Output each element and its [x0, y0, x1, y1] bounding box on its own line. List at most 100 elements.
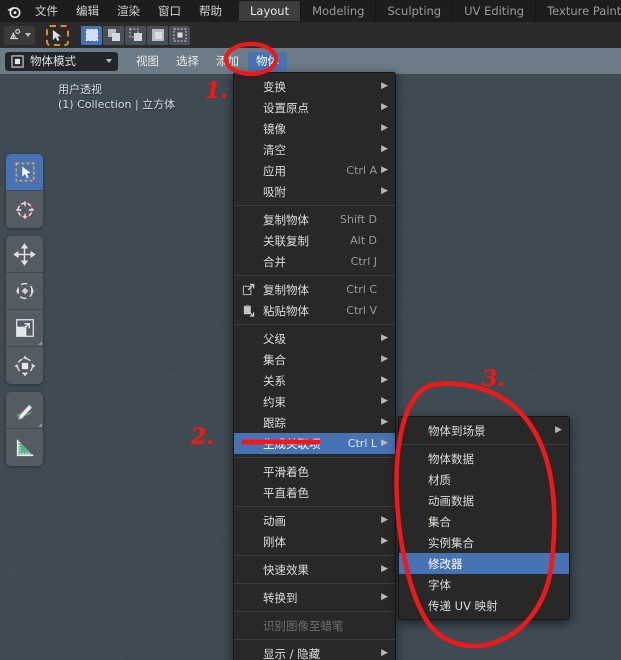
tool-annotate-pencil-icon[interactable] [6, 392, 43, 429]
header-menu-object[interactable]: 物体 [248, 51, 287, 71]
menu-item-mirror[interactable]: 镜像 ▶ [234, 118, 395, 139]
menu-item-label: 生成关联项 [263, 436, 321, 451]
select-invert-icon[interactable] [147, 25, 168, 45]
submenu-item-transfer-uv-maps[interactable]: 传递 UV 映射 ▶ [399, 595, 569, 616]
select-box-icon[interactable] [81, 25, 102, 45]
select-extend-icon[interactable] [103, 25, 124, 45]
menu-item-convert-to[interactable]: 转换到 ▶ [234, 587, 395, 608]
menu-item-quick-effects[interactable]: 快速效果 ▶ [234, 559, 395, 580]
menu-item-transform[interactable]: 变换 ▶ [234, 76, 395, 97]
menu-item-apply[interactable]: 应用 Ctrl A ▶ [234, 160, 395, 181]
submenu-item-material[interactable]: 材质 ▶ [399, 469, 569, 490]
menu-item-label: 字体 [428, 577, 451, 592]
submenu-item-instance-collection[interactable]: 实例集合 ▶ [399, 532, 569, 553]
header-menu-add[interactable]: 添加 [208, 52, 247, 71]
menu-item-shortcut: Alt D [350, 234, 377, 247]
tool-transform-icon[interactable] [6, 347, 43, 384]
tab-texture-paint[interactable]: Texture Paint [536, 1, 621, 21]
menu-item-label: 刚体 [263, 534, 286, 549]
menu-item-label: 物体到场景 [428, 423, 486, 438]
menu-item-label: 粘贴物体 [263, 303, 309, 318]
menu-item-label: 关系 [263, 373, 286, 388]
menu-item-join[interactable]: 合并 Ctrl J ▶ [234, 251, 395, 272]
viewport-header: 物体模式 视图 选择 添加 物体 [0, 48, 621, 74]
tool-move-icon[interactable] [6, 236, 43, 273]
toolbar-group-select [6, 154, 43, 228]
chevron-down-icon [25, 33, 31, 37]
menu-item-collection[interactable]: 集合 ▶ [234, 349, 395, 370]
menu-item-shade-flat[interactable]: 平直着色 ▶ [234, 482, 395, 503]
cursor-arrow-icon[interactable] [46, 24, 69, 46]
menu-item-make-links[interactable]: 生成关联项 Ctrl L ▶ [234, 433, 395, 454]
menu-separator [234, 275, 395, 276]
chevron-right-icon: ▶ [553, 454, 562, 463]
menu-edit[interactable]: 编辑 [67, 0, 108, 22]
menu-separator [234, 324, 395, 325]
menu-item-track[interactable]: 跟踪 ▶ [234, 412, 395, 433]
tool-rotate-icon[interactable] [6, 273, 43, 310]
tab-modeling[interactable]: Modeling [301, 1, 377, 21]
menu-item-label: 应用 [263, 163, 286, 178]
menu-item-animation[interactable]: 动画 ▶ [234, 510, 395, 531]
menu-item-label: 父级 [263, 331, 286, 346]
chevron-right-icon: ▶ [381, 515, 388, 525]
submenu-item-objects-to-scene[interactable]: 物体到场景 ▶ [399, 420, 569, 441]
chevron-right-icon: ▶ [379, 488, 388, 497]
select-mode-group [81, 25, 190, 45]
menu-item-shortcut: Ctrl A [346, 164, 377, 177]
tab-uv-editing[interactable]: UV Editing [453, 1, 537, 21]
object-dropdown-menu[interactable]: 变换 ▶ 设置原点 ▶ 镜像 ▶ 清空 ▶ 应用 Ctrl A ▶ 吸附 ▶ 复… [233, 72, 396, 660]
tab-sculpting[interactable]: Sculpting [376, 1, 454, 21]
chevron-right-icon: ▶ [381, 102, 388, 112]
menu-item-set-origin[interactable]: 设置原点 ▶ [234, 97, 395, 118]
menu-item-snap[interactable]: 吸附 ▶ [234, 181, 395, 202]
make-links-submenu[interactable]: 物体到场景 ▶ 物体数据 ▶ 材质 ▶ 动画数据 ▶ 集合 ▶ 实例集合 ▶ 修… [398, 416, 570, 620]
chevron-right-icon: ▶ [381, 648, 388, 658]
submenu-item-fonts[interactable]: 字体 ▶ [399, 574, 569, 595]
menu-item-duplicate-objects[interactable]: 复制物体 Shift D ▶ [234, 209, 395, 230]
menu-window[interactable]: 窗口 [149, 0, 190, 22]
menu-item-label: 变换 [263, 79, 286, 94]
select-intersect-icon[interactable] [169, 25, 190, 45]
toolbar-group-annotate [6, 392, 43, 466]
chevron-right-icon: ▶ [381, 396, 388, 406]
menu-item-shade-smooth[interactable]: 平滑着色 ▶ [234, 461, 395, 482]
tool-cursor-3d-icon[interactable] [6, 191, 43, 228]
editor-type-3d-viewport-icon[interactable] [4, 25, 35, 45]
menu-item-show-hide[interactable]: 显示 / 隐藏 ▶ [234, 643, 395, 660]
chevron-right-icon: ▶ [379, 467, 388, 476]
menu-item-constraints[interactable]: 约束 ▶ [234, 391, 395, 412]
mode-dropdown[interactable]: 物体模式 [5, 51, 118, 71]
menu-item-rigid-body[interactable]: 刚体 ▶ [234, 531, 395, 552]
chevron-right-icon: ▶ [379, 285, 388, 294]
menu-item-label: 复制物体 [263, 212, 309, 227]
menu-item-label: 实例集合 [428, 535, 474, 550]
submenu-item-animation-data[interactable]: 动画数据 ▶ [399, 490, 569, 511]
menu-item-parent[interactable]: 父级 ▶ [234, 328, 395, 349]
menu-item-label: 合并 [263, 254, 286, 269]
object-mode-icon [11, 54, 24, 68]
menu-help[interactable]: 帮助 [190, 0, 231, 22]
tab-layout[interactable]: Layout [239, 1, 302, 21]
menu-render[interactable]: 渲染 [108, 0, 149, 22]
select-subtract-icon[interactable] [125, 25, 146, 45]
header-menu-view[interactable]: 视图 [128, 52, 167, 71]
submenu-item-modifiers[interactable]: 修改器 ▶ [399, 553, 569, 574]
menu-item-clear[interactable]: 清空 ▶ [234, 139, 395, 160]
menu-item-label: 转换到 [263, 590, 298, 605]
submenu-item-collection[interactable]: 集合 ▶ [399, 511, 569, 532]
menu-item-trace-image-to-grease-pencil: 识别图像至蜡笔 ▶ [234, 615, 395, 636]
submenu-item-object-data[interactable]: 物体数据 ▶ [399, 448, 569, 469]
blender-logo-icon[interactable] [0, 0, 26, 22]
menu-file[interactable]: 文件 [26, 0, 67, 22]
menu-item-relations[interactable]: 关系 ▶ [234, 370, 395, 391]
tool-scale-icon[interactable] [6, 310, 43, 347]
tool-measure-ruler-icon[interactable] [6, 429, 43, 466]
menu-item-paste-objects[interactable]: 粘贴物体 Ctrl V ▶ [234, 300, 395, 321]
tool-tweak-select-icon[interactable] [6, 154, 43, 191]
menu-item-copy-objects[interactable]: 复制物体 Ctrl C ▶ [234, 279, 395, 300]
chevron-right-icon: ▶ [553, 601, 562, 610]
header-menu-select[interactable]: 选择 [168, 52, 207, 71]
menu-item-duplicate-linked[interactable]: 关联复制 Alt D ▶ [234, 230, 395, 251]
menu-item-label: 平滑着色 [263, 464, 309, 479]
